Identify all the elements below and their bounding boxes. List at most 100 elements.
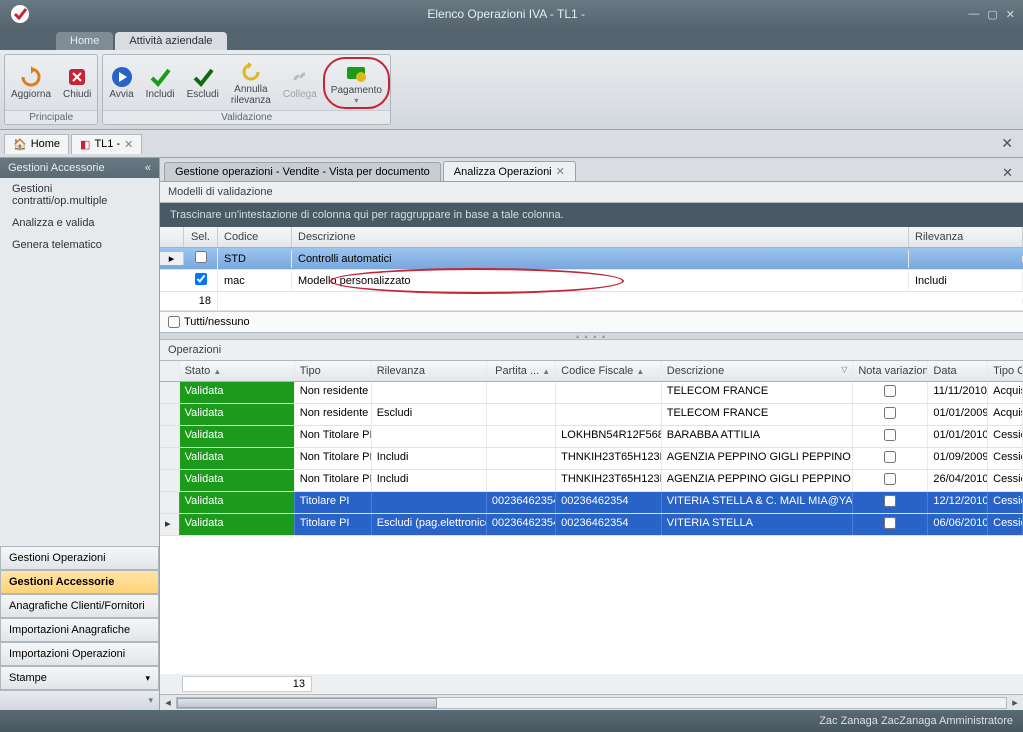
left-items: Gestioni contratti/op.multiple Analizza … bbox=[0, 178, 159, 546]
cell-tipo: Titolare PI bbox=[295, 492, 372, 513]
minimize-icon[interactable]: — bbox=[968, 8, 979, 21]
col-nota[interactable]: Nota variazione bbox=[853, 361, 928, 381]
cell-tipo: Non residente bbox=[295, 404, 372, 425]
cell-nota[interactable] bbox=[853, 470, 928, 491]
left-footer: ▾ bbox=[0, 690, 159, 710]
col-stato[interactable]: Stato ▲ bbox=[180, 361, 295, 381]
grid-row[interactable]: mac Modello personalizzato Includi bbox=[160, 270, 1023, 292]
cell-nota[interactable] bbox=[853, 426, 928, 447]
col-codice[interactable]: Codice bbox=[218, 227, 292, 247]
collapse-icon[interactable]: « bbox=[145, 162, 151, 174]
nota-checkbox bbox=[884, 473, 896, 485]
ops-row[interactable]: ValidataNon Titolare PILOKHBN54R12F568KB… bbox=[160, 426, 1023, 448]
ops-row[interactable]: ValidataNon residenteEscludiTELECOM FRAN… bbox=[160, 404, 1023, 426]
nav-gestioni-operazioni[interactable]: Gestioni Operazioni bbox=[0, 546, 159, 570]
maximize-icon[interactable]: ▢ bbox=[987, 8, 997, 21]
nav-importazioni-operazioni[interactable]: Importazioni Operazioni bbox=[0, 642, 159, 666]
group-by-hint[interactable]: Trascinare un'intestazione di colonna qu… bbox=[160, 203, 1023, 227]
subtab-close-icon[interactable]: ✕ bbox=[556, 165, 565, 178]
nav-gestioni-accessorie[interactable]: Gestioni Accessorie bbox=[0, 570, 159, 594]
ops-header: Stato ▲ Tipo Rilevanza Partita ... ▲ Cod… bbox=[160, 361, 1023, 382]
nota-checkbox bbox=[884, 385, 896, 397]
cell-cf: 00236462354 bbox=[556, 514, 662, 535]
left-item[interactable]: Gestioni contratti/op.multiple bbox=[0, 178, 159, 212]
cell-nota[interactable] bbox=[853, 492, 928, 513]
col-tipoc[interactable]: Tipo C bbox=[988, 361, 1023, 381]
cell-nota[interactable] bbox=[853, 404, 928, 425]
pagamento-button[interactable]: Pagamento ▾ bbox=[323, 57, 390, 109]
cell-rilevanza: Escludi (pag.elettronico) bbox=[372, 514, 487, 535]
col-data[interactable]: Data bbox=[928, 361, 988, 381]
chiudi-button[interactable]: Chiudi bbox=[57, 61, 97, 104]
col-rilevanza[interactable]: Rilevanza bbox=[909, 227, 1023, 247]
cell-stato: Validata bbox=[180, 470, 295, 491]
cell-nota[interactable] bbox=[853, 448, 928, 469]
col-sel[interactable]: Sel. bbox=[184, 227, 218, 247]
escludi-button[interactable]: Escludi bbox=[181, 61, 225, 104]
ops-row[interactable]: ValidataNon Titolare PIIncludiTHNKIH23T6… bbox=[160, 448, 1023, 470]
cell-cf bbox=[556, 404, 662, 425]
chevron-down-icon[interactable]: ▾ bbox=[148, 695, 153, 706]
cell-stato: Validata bbox=[180, 492, 295, 513]
scroll-left-icon[interactable]: ◂ bbox=[160, 696, 176, 709]
avvia-button[interactable]: Avvia bbox=[103, 61, 139, 104]
cell-descrizione: TELECOM FRANCE bbox=[662, 382, 854, 403]
cell-data: 11/11/2010 bbox=[928, 382, 988, 403]
subtab-gestione[interactable]: Gestione operazioni - Vendite - Vista pe… bbox=[164, 162, 441, 181]
cell-descrizione: VITERIA STELLA bbox=[662, 514, 854, 535]
doctab-home[interactable]: 🏠 Home bbox=[4, 134, 69, 154]
cell-stato: Validata bbox=[180, 404, 295, 425]
cell-cf bbox=[556, 382, 662, 403]
grid-count-row: 18 bbox=[160, 292, 1023, 311]
tab-attivita[interactable]: Attività aziendale bbox=[115, 32, 226, 50]
nav-stampe[interactable]: Stampe▾ bbox=[0, 666, 159, 690]
ops-row[interactable]: ValidataNon residenteTELECOM FRANCE11/11… bbox=[160, 382, 1023, 404]
doctabs-close-icon[interactable]: ✕ bbox=[995, 135, 1019, 152]
col-descrizione[interactable]: Descrizione bbox=[292, 227, 909, 247]
cell-data: 01/09/2009 bbox=[928, 448, 988, 469]
cell-nota[interactable] bbox=[853, 514, 928, 535]
col-cf[interactable]: Codice Fiscale ▲ bbox=[556, 361, 662, 381]
nota-checkbox bbox=[884, 451, 896, 463]
left-item[interactable]: Analizza e valida bbox=[0, 212, 159, 234]
scroll-thumb[interactable] bbox=[177, 698, 437, 708]
scroll-right-icon[interactable]: ▸ bbox=[1007, 696, 1023, 709]
ops-row[interactable]: ▸ValidataTitolare PIEscludi (pag.elettro… bbox=[160, 514, 1023, 536]
doctab-close-icon[interactable]: ✕ bbox=[124, 138, 133, 151]
app-logo bbox=[0, 0, 44, 28]
collega-button[interactable]: Collega bbox=[277, 61, 323, 104]
annulla-button[interactable]: Annulla rilevanza bbox=[225, 56, 277, 110]
ops-row[interactable]: ValidataTitolare PI002364623540023646235… bbox=[160, 492, 1023, 514]
subtab-analizza[interactable]: Analizza Operazioni✕ bbox=[443, 161, 576, 181]
col-descrizione[interactable]: Descrizione ▽ bbox=[662, 361, 854, 381]
left-item[interactable]: Genera telematico bbox=[0, 234, 159, 256]
includi-button[interactable]: Includi bbox=[140, 61, 181, 104]
row-indicator-icon: ▸ bbox=[160, 252, 184, 265]
cell-rilevanza: Includi bbox=[372, 470, 487, 491]
filter-icon[interactable]: ▽ bbox=[841, 365, 847, 374]
ops-row[interactable]: ValidataNon Titolare PIIncludiTHNKIH23T6… bbox=[160, 470, 1023, 492]
col-partita[interactable]: Partita ... ▲ bbox=[487, 361, 556, 381]
doctab-tl1[interactable]: ◧ TL1 - ✕ bbox=[71, 134, 142, 154]
modelli-grid: Sel. Codice Descrizione Rilevanza ▸ STD … bbox=[160, 227, 1023, 311]
cell-cf: THNKIH23T65H123E bbox=[556, 448, 662, 469]
splitter[interactable]: ▴ ▴ ▴ ▴ bbox=[160, 332, 1023, 340]
grid-row[interactable]: ▸ STD Controlli automatici bbox=[160, 248, 1023, 270]
nav-anagrafiche[interactable]: Anagrafiche Clienti/Fornitori bbox=[0, 594, 159, 618]
col-tipo[interactable]: Tipo bbox=[295, 361, 372, 381]
tab-home[interactable]: Home bbox=[56, 32, 113, 50]
cell-partita: 00236462354 bbox=[487, 514, 556, 535]
subtabs-close-icon[interactable]: ✕ bbox=[996, 165, 1019, 181]
close-icon[interactable]: ✕ bbox=[1006, 8, 1015, 21]
grid-header: Sel. Codice Descrizione Rilevanza bbox=[160, 227, 1023, 248]
cell-nota[interactable] bbox=[853, 382, 928, 403]
cell-data: 12/12/2010 bbox=[928, 492, 988, 513]
tutti-nessuno[interactable]: Tutti/nessuno bbox=[160, 311, 1023, 332]
nav-importazioni-anagrafiche[interactable]: Importazioni Anagrafiche bbox=[0, 618, 159, 642]
refresh-icon bbox=[19, 65, 43, 89]
tutti-checkbox[interactable] bbox=[168, 316, 180, 328]
horizontal-scrollbar[interactable]: ◂ ▸ bbox=[160, 694, 1023, 710]
aggiorna-button[interactable]: Aggiorna bbox=[5, 61, 57, 104]
col-rilevanza[interactable]: Rilevanza bbox=[372, 361, 487, 381]
sort-asc-icon: ▲ bbox=[213, 367, 221, 376]
